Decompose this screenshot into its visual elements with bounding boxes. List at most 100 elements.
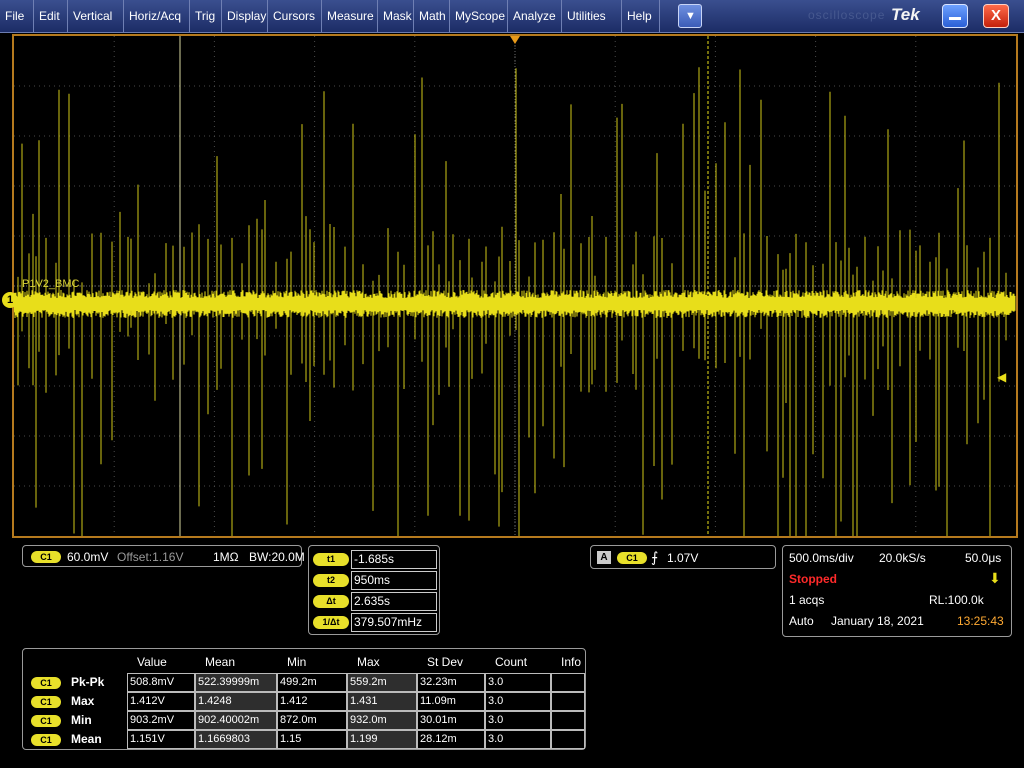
- measurement-cell: 932.0m: [347, 711, 417, 730]
- measurement-header-6: Info: [561, 655, 582, 669]
- measurement-table[interactable]: Value Mean Min Max St Dev Count Info C1 Pk-Pk 508…: [22, 648, 586, 750]
- menu-item-vertical[interactable]: Vertical: [68, 0, 124, 32]
- record-length: RL:100.0k: [929, 593, 984, 607]
- measurement-name: Pk-Pk: [71, 675, 105, 689]
- menu-dropdown-button[interactable]: ▼: [678, 4, 702, 28]
- measurement-cell: 1.1669803: [195, 730, 277, 749]
- measurement-header-1: Mean: [205, 655, 236, 669]
- measurement-name: Max: [71, 694, 95, 708]
- measurement-cell: 3.0: [485, 730, 551, 749]
- menu-item-utilities[interactable]: Utilities: [562, 0, 622, 32]
- measurement-cell: 11.09m: [417, 692, 485, 711]
- measurement-header-3: Max: [357, 655, 380, 669]
- resolution: 50.0μs: [965, 551, 1002, 565]
- measurement-cell: [551, 692, 585, 711]
- measurement-source-badge: C1: [31, 696, 61, 708]
- minimize-button[interactable]: [942, 4, 968, 28]
- menu-item-analyze[interactable]: Analyze: [508, 0, 562, 32]
- menu-item-cursors[interactable]: Cursors: [268, 0, 322, 32]
- measurement-cell: 32.23m: [417, 673, 485, 692]
- menu-item-display[interactable]: Display: [222, 0, 268, 32]
- menu-item-help[interactable]: Help: [622, 0, 660, 32]
- cursor-badge-0: t1: [313, 553, 349, 566]
- measurement-cell: 508.8mV: [127, 673, 195, 692]
- trigger-source-badge: C1: [617, 552, 647, 564]
- cursor-value-1: 950ms: [351, 571, 437, 590]
- cursor-value-2: 2.635s: [351, 592, 437, 611]
- measurement-cell: 28.12m: [417, 730, 485, 749]
- cursor-badge-3: 1/Δt: [313, 616, 349, 629]
- measurement-cell: 903.2mV: [127, 711, 195, 730]
- menu-item-math[interactable]: Math: [414, 0, 450, 32]
- acquisition-date: January 18, 2021: [831, 614, 924, 628]
- measurement-cell: 30.01m: [417, 711, 485, 730]
- measurement-source-badge: C1: [31, 715, 61, 727]
- watermark-text: oscilloscope: [808, 8, 886, 22]
- menu-item-file[interactable]: File: [0, 0, 34, 32]
- time-per-div: 500.0ms/div: [789, 551, 854, 565]
- acquisition-state: Stopped: [789, 572, 837, 586]
- close-button[interactable]: X: [983, 4, 1009, 28]
- measurement-header-5: Count: [495, 655, 528, 669]
- menu-item-edit[interactable]: Edit: [34, 0, 68, 32]
- menu-item-horiz-acq[interactable]: Horiz/Acq: [124, 0, 190, 32]
- waveform-svg: [14, 36, 1016, 536]
- acquisition-count: 1 acqs: [789, 593, 825, 607]
- cursor-readout[interactable]: t1 -1.685s t2 950ms Δt 2.635s 1/Δt 379.507mHz: [308, 545, 440, 635]
- measurement-header-2: Min: [287, 655, 307, 669]
- trigger-mode-badge: A: [597, 551, 611, 564]
- measurement-cell: 559.2m: [347, 673, 417, 692]
- channel-scale: 60.0mV: [67, 550, 109, 564]
- measurement-cell: 1.151V: [127, 730, 195, 749]
- menu-item-myscope[interactable]: MyScope: [450, 0, 508, 32]
- channel-bandwidth: BW:20.0M: [249, 550, 305, 564]
- acquisition-time: 13:25:43: [957, 614, 1004, 628]
- cursor-badge-1: t2: [313, 574, 349, 587]
- measurement-cell: 3.0: [485, 673, 551, 692]
- rising-edge-icon: ⨍: [651, 549, 659, 565]
- brand-logo: Tek: [891, 5, 920, 24]
- measurement-cell: 522.39999m: [195, 673, 277, 692]
- waveform-display[interactable]: [12, 34, 1018, 538]
- cursor-badge-2: Δt: [313, 595, 349, 608]
- trigger-level: 1.07V: [667, 551, 699, 565]
- sample-rate: 20.0kS/s: [879, 551, 926, 565]
- measurement-cell: [551, 673, 585, 692]
- trigger-position-icon[interactable]: [510, 36, 520, 44]
- measurement-cell: 1.412: [277, 692, 347, 711]
- measurement-source-badge: C1: [31, 677, 61, 689]
- trigger-mode: Auto: [789, 614, 814, 628]
- measurement-cell: 902.40002m: [195, 711, 277, 730]
- measurement-source-badge: C1: [31, 734, 61, 746]
- measurement-cell: 1.15: [277, 730, 347, 749]
- measurement-name: Mean: [71, 732, 102, 746]
- cursor-value-3: 379.507mHz: [351, 613, 437, 632]
- trigger-readout[interactable]: A C1 ⨍ 1.07V: [590, 545, 776, 569]
- measurement-cell: 1.4248: [195, 692, 277, 711]
- measurement-name: Min: [71, 713, 92, 727]
- measurement-cell: 1.412V: [127, 692, 195, 711]
- channel-offset: Offset:1.16V: [117, 550, 184, 564]
- cursor-value-0: -1.685s: [351, 550, 437, 569]
- measurement-cell: [551, 711, 585, 730]
- measurement-cell: 3.0: [485, 692, 551, 711]
- channel-label: P1V2_BMC: [22, 278, 80, 290]
- trigger-level-icon[interactable]: ◀: [997, 370, 1006, 384]
- measurement-cell: 872.0m: [277, 711, 347, 730]
- channel-ground-marker[interactable]: 1: [2, 292, 18, 308]
- acquisition-readout[interactable]: 500.0ms/div 20.0kS/s 50.0μs Stopped ⬇ 1 …: [782, 545, 1012, 637]
- measurement-cell: 1.199: [347, 730, 417, 749]
- measurement-header-4: St Dev: [427, 655, 464, 669]
- measurement-cell: 3.0: [485, 711, 551, 730]
- menu-item-measure[interactable]: Measure: [322, 0, 378, 32]
- menu-item-trig[interactable]: Trig: [190, 0, 222, 32]
- channel-readout[interactable]: C1 60.0mV Offset:1.16V 1MΩ BW:20.0M: [22, 545, 305, 567]
- measurement-cell: 499.2m: [277, 673, 347, 692]
- menu-bar: File Edit Vertical Horiz/Acq Trig Display Curs…: [0, 0, 1024, 33]
- channel-impedance: 1MΩ: [213, 550, 239, 564]
- chevron-down-icon: ▼: [685, 10, 696, 22]
- menu-item-mask[interactable]: Mask: [378, 0, 414, 32]
- measurement-header-0: Value: [137, 655, 167, 669]
- minimize-icon: [949, 17, 961, 20]
- measurement-cell: [551, 730, 585, 749]
